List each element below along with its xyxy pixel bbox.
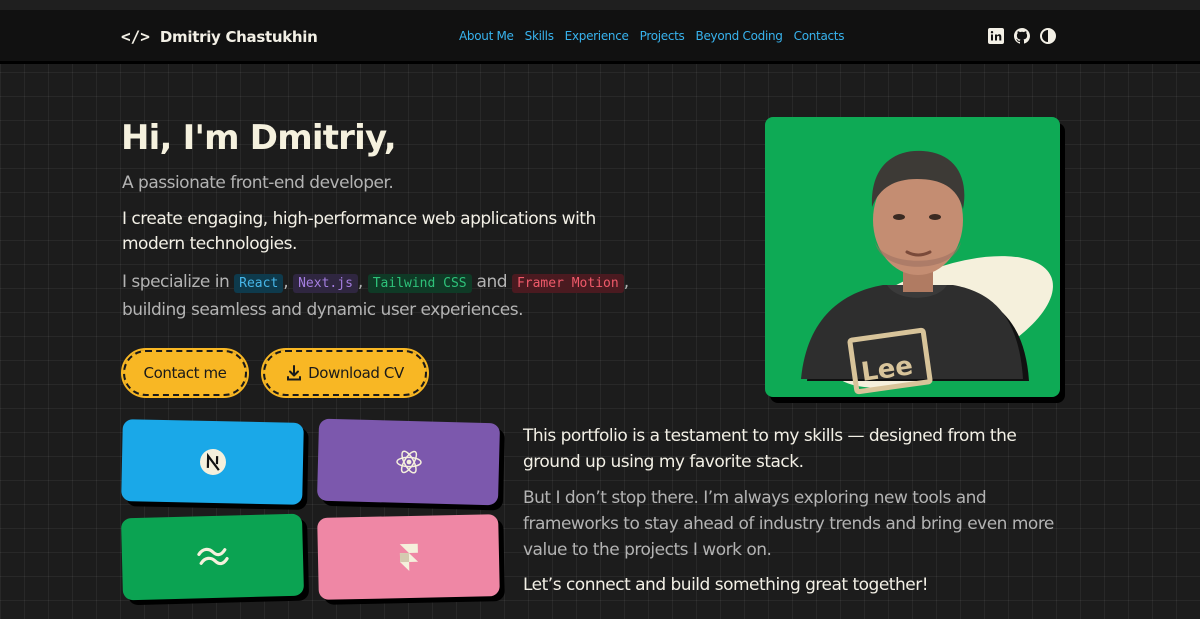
nav-experience[interactable]: Experience	[565, 29, 629, 43]
about-paragraph-2: But I don’t stop there. I’m always explo…	[523, 488, 1054, 560]
theme-toggle-icon[interactable]	[1040, 28, 1056, 44]
tag-nextjs: Next.js	[293, 274, 358, 293]
about-paragraph-3: Let’s connect and build something great …	[523, 575, 929, 595]
tag-tailwind: Tailwind CSS	[367, 274, 472, 293]
tile-framer[interactable]	[317, 514, 500, 600]
nav-skills[interactable]: Skills	[525, 29, 554, 43]
linkedin-icon[interactable]	[988, 28, 1004, 44]
tile-tailwind[interactable]	[120, 513, 305, 601]
download-cv-label: Download CV	[308, 364, 404, 382]
contact-me-label: Contact me	[143, 364, 227, 382]
nav-about-me[interactable]: About Me	[459, 29, 514, 43]
separator: ,	[623, 272, 629, 292]
specialize-suffix: building seamless and dynamic user exper…	[122, 300, 524, 320]
download-cv-button[interactable]: Download CV	[261, 348, 429, 398]
header-icons	[988, 28, 1056, 44]
and-word: and	[476, 272, 508, 292]
hero-title: Hi, I'm Dmitriy,	[121, 118, 397, 158]
nav-beyond-coding[interactable]: Beyond Coding	[696, 29, 783, 43]
tile-react[interactable]	[316, 418, 501, 506]
site-header: </> Dmitriy Chastukhin About Me Skills E…	[0, 0, 1200, 64]
site-name: Dmitriy Chastukhin	[159, 27, 318, 46]
logo[interactable]: </> Dmitriy Chastukhin	[121, 27, 318, 46]
tag-react: React	[234, 274, 284, 293]
specialize-prefix: I specialize in	[122, 272, 230, 292]
tag-framer-motion: Framer Motion	[511, 274, 624, 293]
nav-contacts[interactable]: Contacts	[794, 29, 845, 43]
react-icon	[395, 450, 422, 474]
about-paragraph-1: This portfolio is a testament to my skil…	[523, 426, 1017, 472]
tailwind-icon	[196, 547, 229, 566]
nextjs-icon	[199, 449, 226, 475]
code-icon: </>	[121, 27, 150, 46]
framer-icon	[399, 543, 418, 571]
hero-subtitle: A passionate front-end developer.	[122, 173, 394, 193]
profile-photo: Lee	[765, 117, 1060, 397]
hero-intro: I create engaging, high-performance web …	[122, 209, 596, 254]
hero-specialize: I specialize in React, Next.js, Tailwind…	[122, 269, 682, 324]
main-nav: About Me Skills Experience Projects Beyo…	[459, 29, 844, 43]
contact-me-button[interactable]: Contact me	[121, 348, 249, 398]
github-icon[interactable]	[1014, 28, 1030, 44]
separator: ,	[357, 272, 363, 292]
nav-projects[interactable]: Projects	[640, 29, 685, 43]
separator: ,	[283, 272, 289, 292]
portrait-illustration: Lee	[801, 150, 1053, 395]
tile-nextjs[interactable]	[121, 419, 304, 505]
download-icon	[287, 365, 302, 381]
